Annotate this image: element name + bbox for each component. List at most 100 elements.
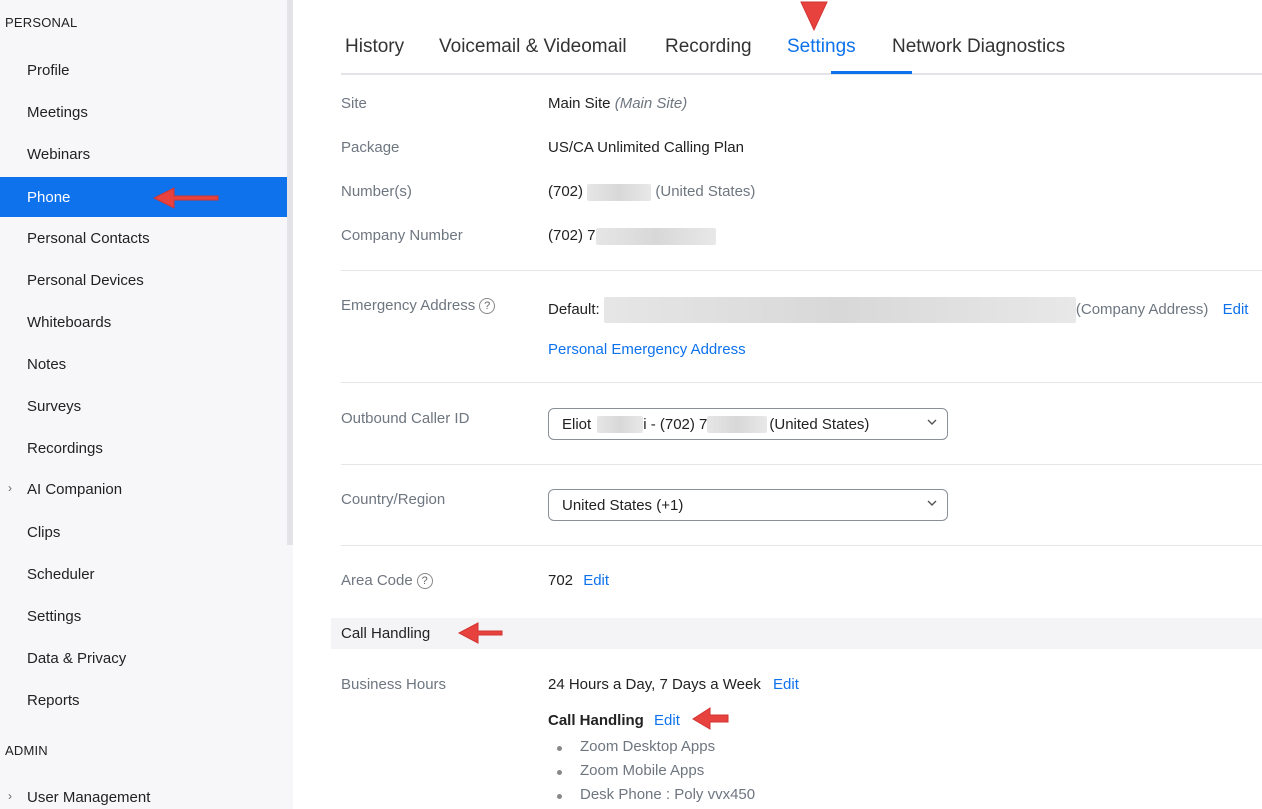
area-code-value: 702 Edit [548, 572, 609, 589]
sidebar-item-scheduler[interactable]: Scheduler [0, 554, 287, 594]
sidebar-item-label: Phone [27, 188, 71, 206]
sidebar-item-label: Personal Contacts [27, 229, 150, 247]
outbound-caller-id-label: Outbound Caller ID [341, 410, 470, 427]
chevron-right-icon: › [8, 481, 12, 495]
sidebar-item-label: Meetings [27, 103, 88, 121]
tab-network-diagnostics[interactable]: Network Diagnostics [892, 36, 1065, 58]
sidebar-item-settings[interactable]: Settings [0, 596, 287, 636]
sidebar: PERSONAL Profile Meetings Webinars Phone… [0, 0, 293, 809]
business-hours-label: Business Hours [341, 676, 447, 693]
sidebar-item-label: Reports [27, 691, 80, 709]
redacted-block [595, 227, 716, 245]
section-title: Call Handling [341, 625, 431, 642]
business-hours-text: 24 Hours a Day, 7 Days a Week [548, 676, 761, 693]
sidebar-item-profile[interactable]: Profile [0, 50, 287, 90]
sidebar-item-clips[interactable]: Clips [0, 512, 287, 552]
sidebar-item-label: Clips [27, 523, 61, 541]
sidebar-item-label: User Management [27, 788, 151, 806]
sidebar-item-reports[interactable]: Reports [0, 680, 287, 720]
divider [341, 545, 1262, 546]
sidebar-item-surveys[interactable]: Surveys [0, 386, 287, 426]
tab-settings[interactable]: Settings [787, 36, 856, 58]
country-region-value: United States (+1) [562, 496, 684, 514]
tab-recording[interactable]: Recording [665, 36, 752, 58]
call-handling-subtitle: Call Handling Edit [548, 712, 680, 729]
area-code-label: Area Code? [341, 572, 433, 590]
redacted-block [603, 297, 1076, 323]
sidebar-item-meetings[interactable]: Meetings [0, 92, 287, 132]
annotation-arrow-icon [692, 707, 729, 730]
active-tab-indicator [831, 71, 912, 74]
personal-emergency-address-link[interactable]: Personal Emergency Address [548, 341, 746, 358]
tab-history[interactable]: History [345, 36, 404, 58]
sidebar-item-label: Scheduler [27, 565, 95, 583]
sidebar-item-notes[interactable]: Notes [0, 344, 287, 384]
sidebar-item-label: Webinars [27, 145, 91, 163]
outbound-caller-id-select[interactable]: Eliot i - (702) 7 (United States) [548, 408, 948, 440]
number-prefix: (702) [548, 183, 584, 200]
main-content: History Voicemail & Videomail Recording … [293, 0, 1262, 809]
sidebar-item-recordings[interactable]: Recordings [0, 428, 287, 468]
emergency-edit-link[interactable]: Edit [1223, 301, 1249, 318]
divider [341, 270, 1262, 271]
sidebar-item-data-privacy[interactable]: Data & Privacy [0, 638, 287, 678]
list-item: Desk Phone : Poly vvx450 [548, 786, 755, 809]
sidebar-item-whiteboards[interactable]: Whiteboards [0, 302, 287, 342]
sidebar-item-phone[interactable]: Phone [0, 177, 287, 217]
area-code-number: 702 [548, 572, 574, 589]
package-value: US/CA Unlimited Calling Plan [548, 139, 744, 156]
emergency-address-label: Emergency Address? [341, 297, 496, 315]
business-hours-edit-link[interactable]: Edit [773, 676, 799, 693]
country-region-label: Country/Region [341, 491, 446, 508]
area-code-text: Area Code [341, 572, 413, 589]
sidebar-item-label: Notes [27, 355, 67, 373]
call-handling-edit-link[interactable]: Edit [654, 712, 680, 729]
divider [341, 382, 1262, 383]
package-label: Package [341, 139, 400, 156]
annotation-arrow-icon [457, 622, 503, 644]
numbers-label: Number(s) [341, 183, 412, 200]
numbers-value: (702) (United States) [548, 183, 755, 201]
sidebar-item-personal-devices[interactable]: Personal Devices [0, 260, 287, 300]
area-code-edit-link[interactable]: Edit [583, 572, 609, 589]
sidebar-item-label: Profile [27, 61, 70, 79]
company-number-label: Company Number [341, 227, 463, 244]
annotation-arrow-icon [800, 1, 828, 32]
redacted-block [707, 415, 768, 433]
country-region-select[interactable]: United States (+1) [548, 489, 948, 521]
redacted-block [587, 183, 652, 201]
site-label: Site [341, 95, 367, 112]
divider [341, 464, 1262, 465]
sidebar-item-ai-companion[interactable]: › AI Companion [0, 469, 287, 509]
call-handling-subtitle-text: Call Handling [548, 712, 644, 729]
caller-id-country: (United States) [769, 415, 870, 433]
sidebar-item-label: Personal Devices [27, 271, 144, 289]
chevron-down-icon [927, 500, 937, 506]
section-title-admin: ADMIN [5, 743, 48, 758]
call-handling-device-list: Zoom Desktop Apps Zoom Mobile Apps Desk … [548, 738, 755, 809]
sidebar-item-personal-contacts[interactable]: Personal Contacts [0, 218, 287, 258]
section-title-personal: PERSONAL [5, 15, 78, 30]
company-number-value: (702) 7 [548, 227, 716, 245]
help-icon[interactable]: ? [479, 298, 496, 315]
chevron-right-icon: › [8, 789, 12, 803]
business-hours-value: 24 Hours a Day, 7 Days a Week Edit [548, 676, 799, 693]
caller-id-name: Eliot [562, 415, 592, 433]
emergency-company-address: (Company Address) [1075, 300, 1209, 318]
list-item: Zoom Desktop Apps [548, 738, 755, 762]
sidebar-item-user-management[interactable]: › User Management [0, 777, 287, 809]
site-value: Main Site (Main Site) [548, 95, 687, 112]
tab-voicemail-videomail[interactable]: Voicemail & Videomail [439, 36, 627, 58]
sidebar-item-label: Whiteboards [27, 313, 112, 331]
emergency-address-value: Default: (Company Address) Edit [548, 297, 1248, 323]
number-country: (United States) [655, 183, 756, 200]
caller-id-number: i - (702) 7 [643, 415, 708, 433]
emergency-address-text: Emergency Address [341, 297, 476, 314]
sidebar-item-webinars[interactable]: Webinars [0, 134, 287, 174]
redacted-block [597, 415, 644, 433]
chevron-down-icon [927, 419, 937, 425]
site-name: Main Site [548, 95, 611, 112]
annotation-arrow-icon [152, 187, 219, 209]
help-icon[interactable]: ? [416, 573, 433, 590]
sidebar-item-label: Settings [27, 607, 82, 625]
